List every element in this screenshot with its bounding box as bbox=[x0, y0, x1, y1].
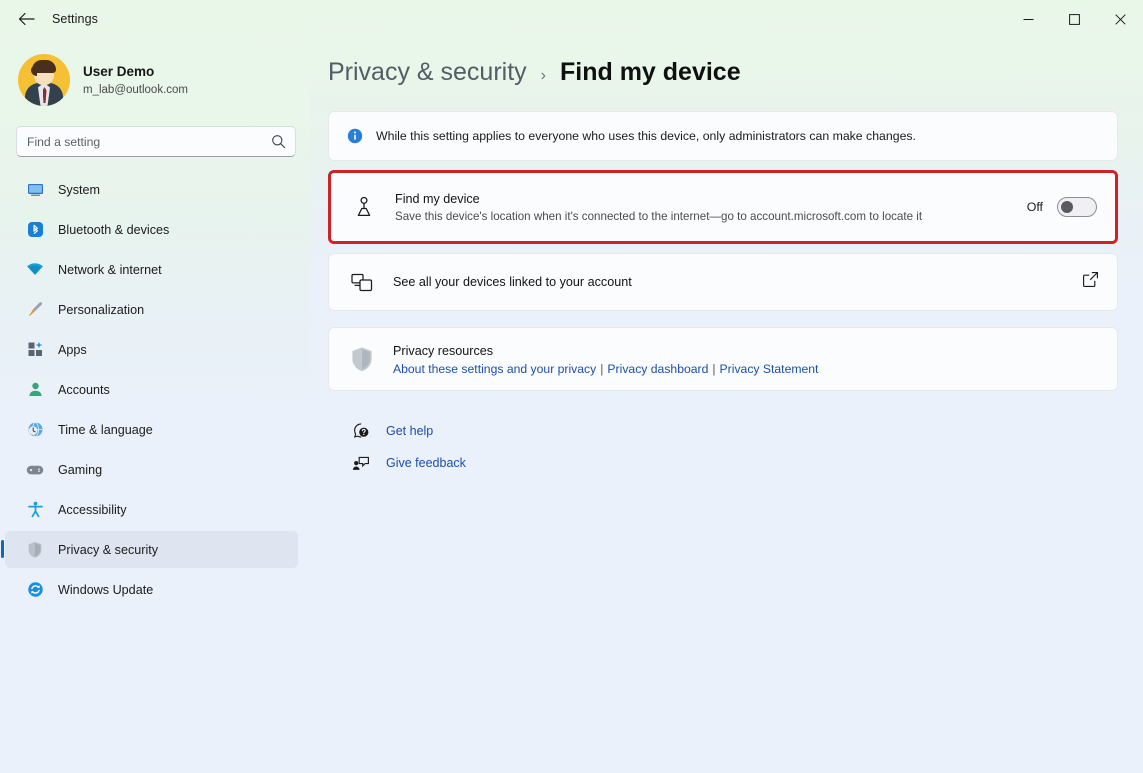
monitor-icon bbox=[26, 181, 44, 199]
sidebar-item-label: Time & language bbox=[58, 422, 153, 437]
sidebar-item-accounts[interactable]: Accounts bbox=[5, 371, 298, 408]
sidebar-item-label: Personalization bbox=[58, 302, 145, 317]
link-separator: | bbox=[712, 362, 716, 376]
paintbrush-icon bbox=[26, 301, 44, 319]
get-help-link[interactable]: Get help bbox=[352, 415, 1118, 447]
settings-window: Settings User Demo m_lab@outlook.com Fin… bbox=[0, 0, 1143, 773]
find-my-device-highlight: Find my device Save this device's locati… bbox=[328, 170, 1118, 244]
sidebar-item-network-internet[interactable]: Network & internet bbox=[5, 251, 298, 288]
accessibility-icon bbox=[26, 501, 44, 519]
linked-devices-text: See all your devices linked to your acco… bbox=[393, 273, 1082, 291]
feedback-icon bbox=[352, 454, 370, 472]
update-refresh-icon bbox=[26, 581, 44, 599]
account-text: User Demo m_lab@outlook.com bbox=[83, 62, 188, 99]
sidebar-item-time-language[interactable]: Time & language bbox=[5, 411, 298, 448]
location-person-icon bbox=[349, 192, 379, 222]
account-card[interactable]: User Demo m_lab@outlook.com bbox=[0, 38, 310, 106]
window-controls bbox=[1005, 0, 1143, 38]
shield-icon bbox=[347, 344, 377, 374]
clock-globe-icon bbox=[26, 421, 44, 439]
privacy-resources-row: Privacy resources About these settings a… bbox=[328, 327, 1118, 391]
person-icon bbox=[26, 381, 44, 399]
maximize-button[interactable] bbox=[1051, 0, 1097, 38]
sidebar-item-gaming[interactable]: Gaming bbox=[5, 451, 298, 488]
find-my-device-toggle[interactable] bbox=[1057, 197, 1097, 217]
sidebar-item-label: Accounts bbox=[58, 382, 110, 397]
link-about-settings-privacy[interactable]: About these settings and your privacy bbox=[393, 362, 596, 376]
footer-links: Get help Give feedback bbox=[328, 391, 1118, 479]
privacy-resources-text: Privacy resources About these settings a… bbox=[393, 342, 1099, 376]
sidebar-item-bluetooth-devices[interactable]: Bluetooth & devices bbox=[5, 211, 298, 248]
find-my-device-title: Find my device bbox=[395, 191, 480, 206]
privacy-resources-title: Privacy resources bbox=[393, 344, 494, 358]
find-my-device-toggle-group: Off bbox=[1027, 197, 1097, 217]
give-feedback-link[interactable]: Give feedback bbox=[352, 447, 1118, 479]
sidebar-item-windows-update[interactable]: Windows Update bbox=[5, 571, 298, 608]
admin-info-text: While this setting applies to everyone w… bbox=[376, 129, 916, 143]
sidebar-item-label: Windows Update bbox=[58, 582, 154, 597]
external-link-icon bbox=[1082, 271, 1099, 293]
sidebar-item-label: System bbox=[58, 182, 100, 197]
toggle-state-label: Off bbox=[1026, 200, 1043, 214]
help-question-icon bbox=[352, 422, 370, 440]
devices-icon bbox=[347, 267, 377, 297]
account-email: m_lab@outlook.com bbox=[83, 83, 188, 96]
sidebar-item-privacy-security[interactable]: Privacy & security bbox=[1, 531, 298, 568]
account-name: User Demo bbox=[83, 63, 155, 79]
breadcrumb-parent[interactable]: Privacy & security bbox=[328, 58, 527, 87]
find-my-device-description: Save this device's location when it's co… bbox=[395, 209, 923, 223]
sidebar-item-label: Apps bbox=[58, 342, 87, 357]
link-privacy-dashboard[interactable]: Privacy dashboard bbox=[607, 362, 708, 376]
title-bar: Settings bbox=[0, 0, 1143, 38]
avatar bbox=[18, 54, 70, 106]
sidebar-item-system[interactable]: System bbox=[5, 171, 298, 208]
sidebar-item-personalization[interactable]: Personalization bbox=[5, 291, 298, 328]
back-button[interactable] bbox=[8, 4, 44, 34]
close-icon bbox=[1114, 13, 1126, 25]
sidebar: User Demo m_lab@outlook.com Find a setti… bbox=[0, 38, 310, 773]
search-box[interactable] bbox=[16, 126, 296, 157]
linked-devices-row[interactable]: See all your devices linked to your acco… bbox=[328, 253, 1118, 311]
link-privacy-statement[interactable]: Privacy Statement bbox=[720, 362, 819, 376]
search-input[interactable] bbox=[17, 127, 295, 156]
settings-cards: While this setting applies to everyone w… bbox=[310, 87, 1143, 479]
minimize-icon bbox=[1023, 18, 1033, 20]
toggle-knob bbox=[1061, 201, 1073, 213]
breadcrumb-separator-icon: › bbox=[540, 67, 546, 84]
sidebar-item-apps[interactable]: Apps bbox=[5, 331, 298, 368]
admin-info-banner: While this setting applies to everyone w… bbox=[328, 111, 1118, 161]
apps-grid-icon bbox=[26, 341, 44, 359]
sidebar-nav: System Bluetooth & devices Network & int… bbox=[0, 171, 310, 608]
sidebar-item-accessibility[interactable]: Accessibility bbox=[5, 491, 298, 528]
link-separator: | bbox=[600, 362, 604, 376]
back-arrow-icon bbox=[18, 12, 35, 26]
sidebar-item-label: Accessibility bbox=[58, 502, 127, 517]
sidebar-item-label: Network & internet bbox=[58, 262, 162, 277]
search-container bbox=[0, 106, 310, 157]
get-help-label: Get help bbox=[386, 424, 434, 438]
content-pane: Privacy & security › Find my device Whil… bbox=[310, 38, 1143, 773]
gamepad-icon bbox=[26, 461, 44, 479]
breadcrumb: Privacy & security › Find my device bbox=[310, 38, 1143, 87]
minimize-button[interactable] bbox=[1005, 0, 1051, 38]
sidebar-item-label: Gaming bbox=[58, 462, 103, 477]
wifi-icon bbox=[26, 261, 44, 279]
find-my-device-row[interactable]: Find my device Save this device's locati… bbox=[331, 173, 1115, 241]
give-feedback-label: Give feedback bbox=[386, 456, 466, 470]
linked-devices-title: See all your devices linked to your acco… bbox=[393, 275, 632, 289]
sidebar-item-label: Bluetooth & devices bbox=[58, 222, 170, 237]
close-button[interactable] bbox=[1097, 0, 1143, 38]
maximize-icon bbox=[1068, 13, 1080, 25]
privacy-resources-links: About these settings and your privacy | Pr… bbox=[393, 362, 1099, 376]
find-my-device-text: Find my device Save this device's locati… bbox=[395, 190, 1027, 225]
sidebar-item-label: Privacy & security bbox=[58, 542, 159, 557]
shield-icon bbox=[26, 541, 44, 559]
info-icon bbox=[347, 128, 363, 144]
window-title: Settings bbox=[52, 12, 98, 26]
page-title: Find my device bbox=[560, 58, 741, 86]
bluetooth-icon bbox=[26, 221, 44, 239]
